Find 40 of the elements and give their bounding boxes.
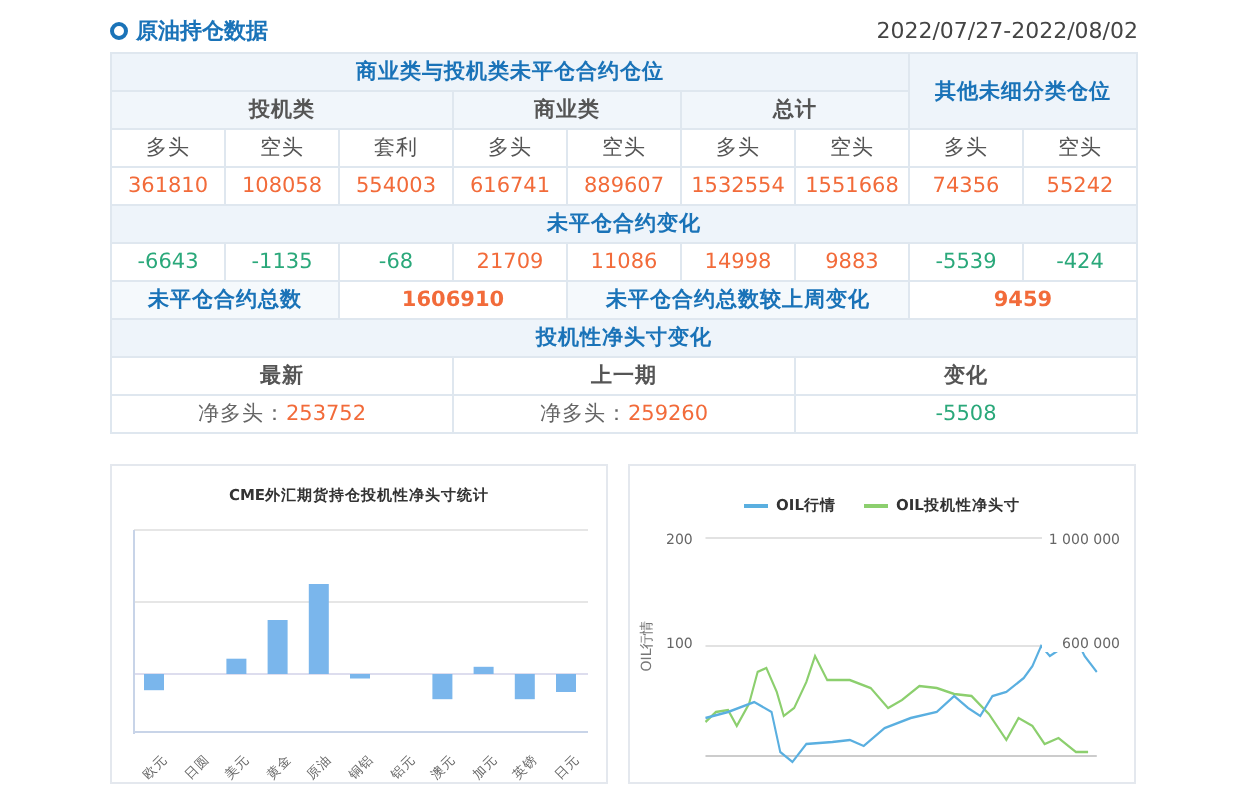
table-cell: -424 — [1023, 243, 1137, 281]
table-header: 变化 — [795, 357, 1137, 395]
circle-icon — [110, 21, 128, 39]
bar — [308, 584, 329, 674]
table-header: 商业类 — [453, 91, 681, 129]
bar — [473, 666, 494, 674]
table-cell: 空头 — [1023, 129, 1137, 167]
table-cell: 多头 — [453, 129, 567, 167]
bar — [144, 674, 164, 691]
section-title: 原油持仓数据 — [136, 15, 268, 45]
table-cell: 未平仓合约总数较上周变化 — [567, 281, 909, 319]
table-cell: 套利 — [339, 129, 453, 167]
table-cell: 21709 — [453, 243, 567, 281]
table-cell: 空头 — [567, 129, 681, 167]
bar — [556, 674, 576, 692]
table-header: 其他未细分类仓位 — [909, 53, 1137, 129]
table-cell: 空头 — [795, 129, 909, 167]
bar — [267, 620, 288, 674]
table-header: 最新 — [111, 357, 453, 395]
table-header: 上一期 — [453, 357, 795, 395]
table-header: 总计 — [681, 91, 909, 129]
table-cell: -68 — [339, 243, 453, 281]
table-cell: 多头 — [681, 129, 795, 167]
table-cell: 未平仓合约总数 — [111, 281, 339, 319]
table-cell: -5539 — [909, 243, 1023, 281]
table-cell: 多头 — [909, 129, 1023, 167]
table-cell: 多头 — [111, 129, 225, 167]
date-range: 2022/07/27-2022/08/02 — [876, 17, 1138, 43]
table-header: 投机类 — [111, 91, 453, 129]
bar — [350, 674, 370, 679]
table-header: 投机性净头寸变化 — [111, 319, 1137, 357]
bar — [432, 674, 453, 700]
table-header: 未平仓合约变化 — [111, 205, 1137, 243]
bar — [226, 658, 247, 674]
table-cell: 净多头：253752 — [111, 395, 453, 433]
table-header: 商业类与投机类未平仓合约仓位 — [111, 53, 909, 91]
table-cell: 净多头：259260 — [453, 395, 795, 433]
bar — [514, 674, 535, 700]
table-cell: -5508 — [795, 395, 1137, 433]
table-cell: 空头 — [225, 129, 339, 167]
